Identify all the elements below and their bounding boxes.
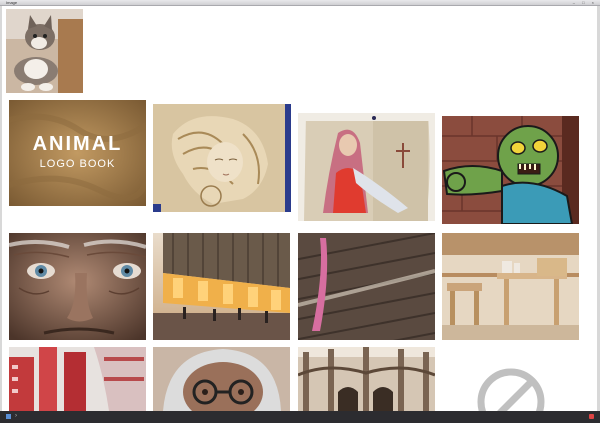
thumbnail-wood-floor-ribbon[interactable] — [298, 233, 435, 340]
building-evening-image — [153, 233, 290, 340]
chevron-right-icon[interactable]: › — [15, 413, 17, 419]
thumbnail-wooden-furniture[interactable] — [442, 233, 579, 340]
window-controls[interactable]: – □ × — [573, 0, 597, 5]
angel-drawing-image — [153, 104, 291, 212]
thumbnail-zombie-illustration[interactable] — [442, 116, 579, 224]
ornate-facade-image — [298, 347, 435, 411]
old-woman-glasses-image — [153, 347, 290, 411]
wooden-furniture-image — [442, 233, 579, 340]
zombie-illustration-image — [442, 116, 579, 224]
madonna-painting-image — [298, 113, 435, 221]
logo-book-subtitle: LOGO BOOK — [39, 158, 116, 170]
old-man-face-image — [9, 233, 146, 340]
thumbnail-animal-logo-book[interactable]: ANIMAL LOGO BOOK — [9, 100, 146, 206]
start-icon[interactable] — [6, 414, 11, 419]
thumbnail-old-man-face[interactable] — [9, 233, 146, 340]
logo-book-title: ANIMAL — [32, 133, 123, 155]
thumbnail-kitten[interactable] — [6, 9, 83, 93]
thumbnail-madonna-painting[interactable] — [298, 113, 435, 221]
thumbnail-old-woman-glasses[interactable] — [153, 347, 290, 411]
left-border — [0, 6, 2, 411]
kitten-image — [6, 9, 83, 93]
window-title: Image — [6, 0, 18, 5]
title-bar: Image – □ × — [0, 0, 600, 6]
red-architecture-image — [9, 347, 146, 411]
wood-floor-ribbon-image — [298, 233, 435, 340]
taskbar: › — [0, 411, 600, 423]
thumbnail-red-architecture[interactable] — [9, 347, 146, 411]
close-icon[interactable] — [589, 414, 594, 419]
window-tab[interactable]: Image — [4, 0, 17, 5]
thumbnail-unavailable[interactable] — [442, 347, 579, 411]
prohibited-icon — [477, 368, 545, 411]
thumbnail-building-evening[interactable] — [153, 233, 290, 340]
thumbnail-angel-drawing[interactable] — [153, 104, 291, 212]
thumbnail-ornate-facade[interactable] — [298, 347, 435, 411]
